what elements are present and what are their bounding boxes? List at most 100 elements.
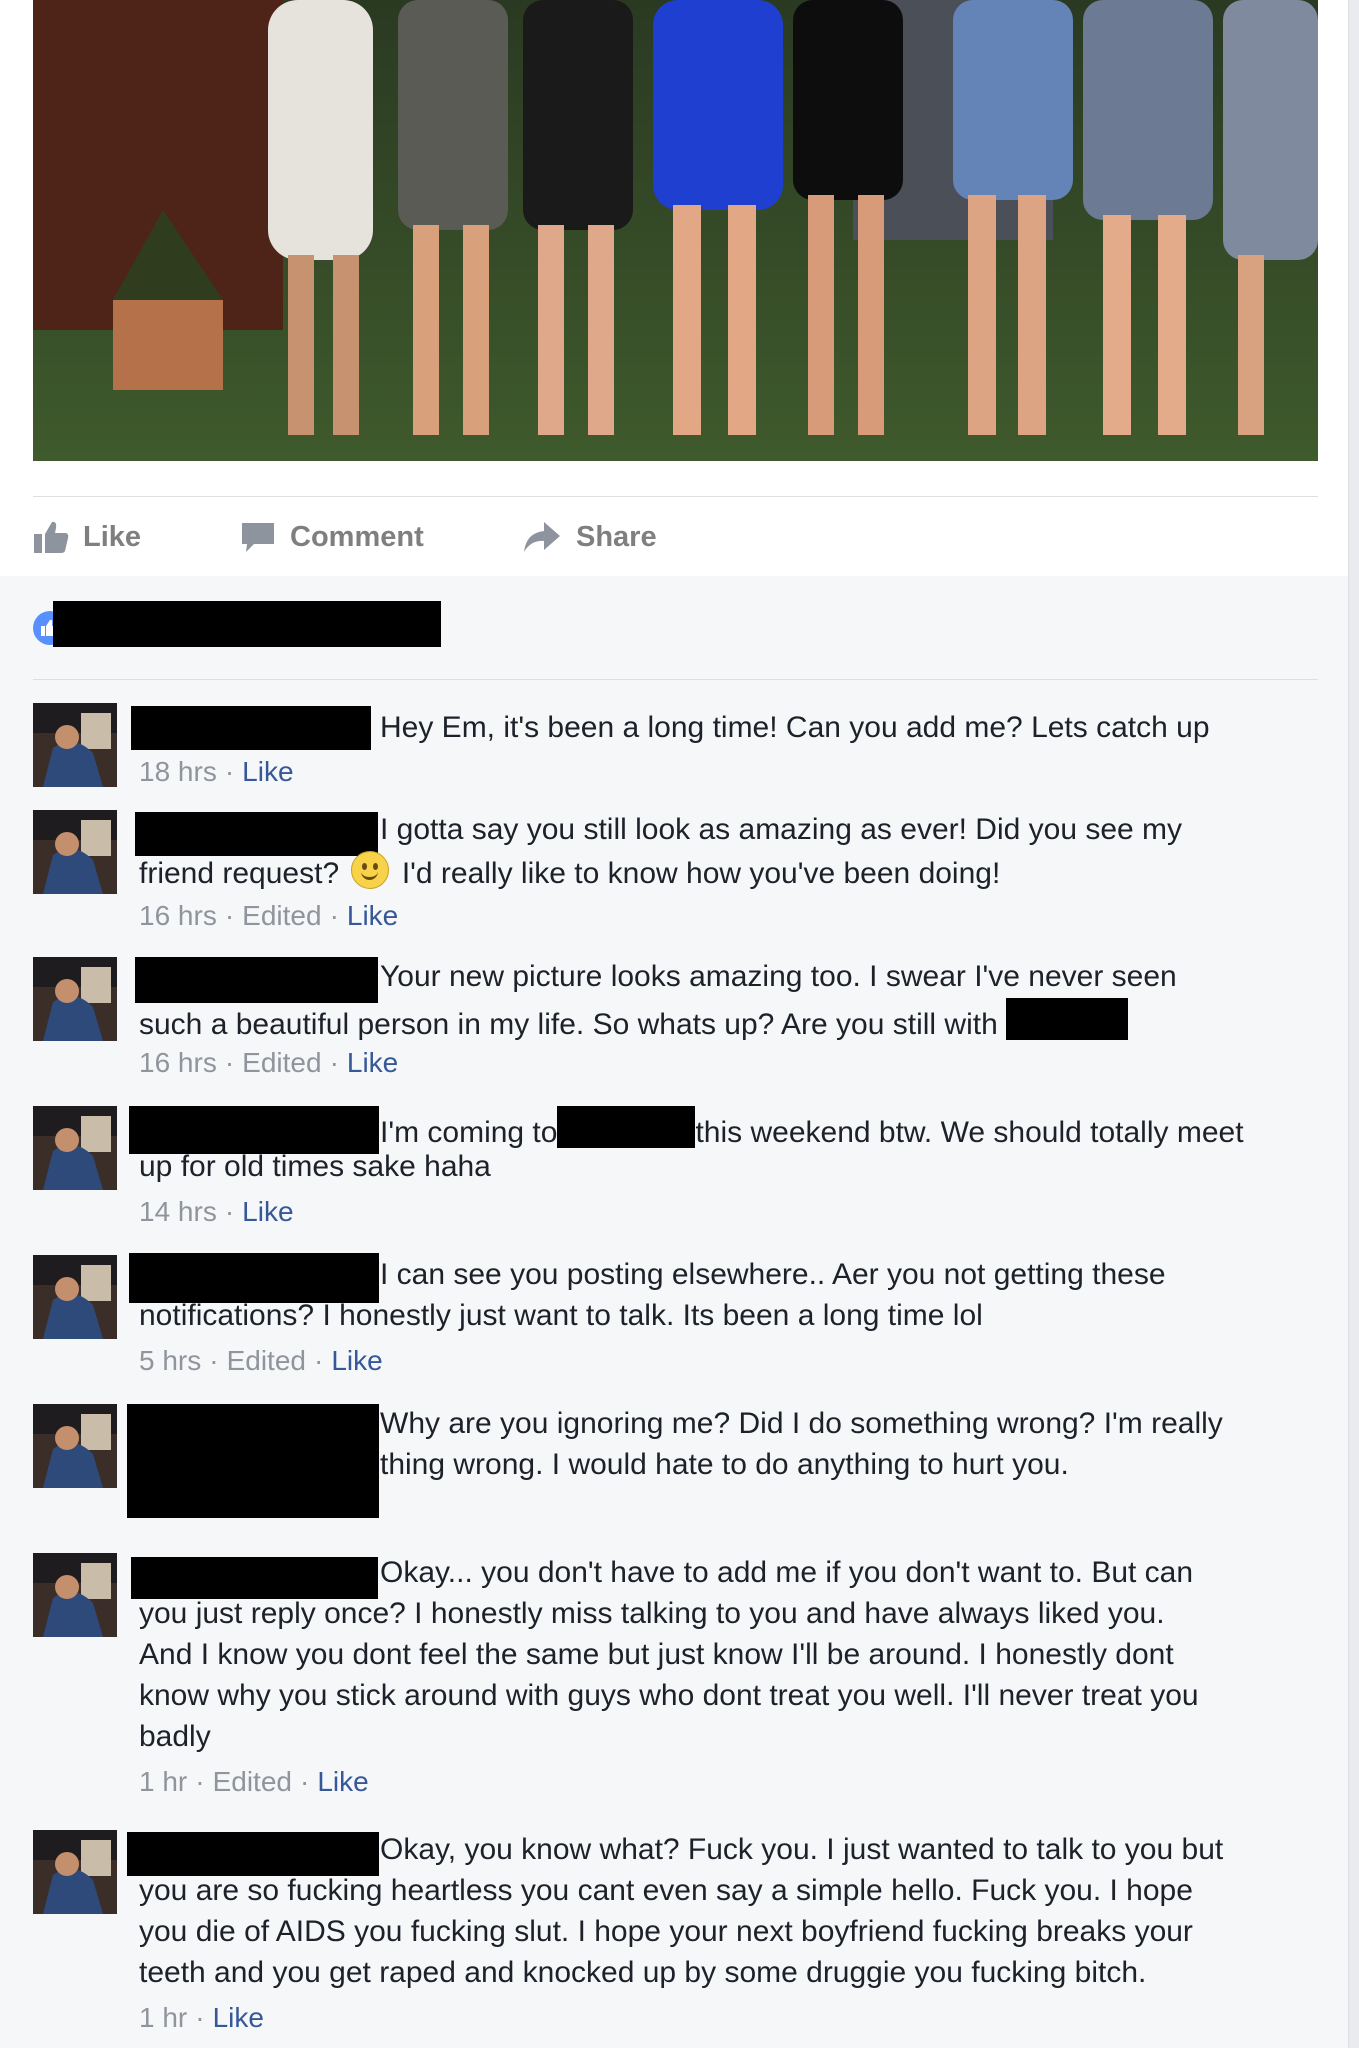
meta-separator: · — [195, 1766, 205, 1797]
comment-meta: 16 hrs · Edited · Like — [139, 898, 398, 934]
comment-like-link[interactable]: Like — [331, 1345, 382, 1376]
comment-text: thing wrong. I would hate to do anything… — [380, 1448, 1069, 1481]
commenter-avatar[interactable] — [33, 810, 117, 894]
commenter-avatar[interactable] — [33, 1106, 117, 1190]
comment-item: Hey Em, it's been a long time! Can you a… — [33, 703, 1323, 787]
redacted-reaction-names — [53, 601, 441, 647]
comment-meta: 16 hrs · Edited · Like — [139, 1045, 398, 1081]
comment-item: I gotta say you still look as amazing as… — [33, 810, 1323, 931]
meta-separator: · — [313, 1345, 324, 1376]
commenter-avatar[interactable] — [33, 1553, 117, 1637]
comment-text: notifications? I honestly just want to t… — [139, 1299, 983, 1332]
comment-item: I can see you posting elsewhere.. Aer yo… — [33, 1253, 1323, 1376]
comment-text: you die of AIDS you fucking slut. I hope… — [139, 1915, 1193, 1948]
meta-separator: · — [224, 1196, 235, 1227]
commenter-avatar[interactable] — [33, 1255, 117, 1339]
meta-separator: · — [224, 1047, 235, 1078]
post-photo[interactable] — [33, 0, 1318, 461]
comments-divider — [33, 679, 1318, 680]
comment-meta: 14 hrs · Like — [139, 1194, 294, 1230]
meta-separator: · — [224, 900, 235, 931]
edited-label[interactable]: Edited — [213, 1766, 292, 1797]
redacted-commenter-name — [135, 812, 378, 856]
comment-item: Okay, you know what? Fuck you. I just wa… — [33, 1830, 1323, 2040]
comment-text: Why are you ignoring me? Did I do someth… — [380, 1407, 1223, 1440]
comment-item: Why are you ignoring me? Did I do someth… — [33, 1404, 1323, 1534]
like-button-label: Like — [83, 520, 142, 553]
redacted-commenter-name — [131, 706, 371, 750]
comment-meta: 18 hrs · Like — [139, 754, 294, 790]
meta-separator: · — [299, 1766, 310, 1797]
comment-text-fragment: I'd really like to know how you've been … — [401, 857, 1001, 890]
comment-like-link[interactable]: Like — [213, 2002, 264, 2033]
redacted-commenter-block — [127, 1404, 379, 1518]
share-button-label: Share — [576, 520, 657, 553]
comment-button[interactable]: Comment — [240, 515, 424, 559]
comment-item: Okay... you don't have to add me if you … — [33, 1553, 1323, 1803]
commenter-avatar[interactable] — [33, 1830, 117, 1914]
comment-text: up for old times sake haha — [139, 1150, 491, 1183]
post-card: Like Comment Share — [0, 0, 1349, 576]
comment-timestamp[interactable]: 1 hr — [139, 2002, 187, 2033]
action-bar-divider — [33, 496, 1318, 497]
comment-like-link[interactable]: Like — [242, 756, 293, 787]
comment-text-line: friend request? I'd really like to know … — [139, 851, 1000, 894]
comment-like-link[interactable]: Like — [347, 900, 398, 931]
comments-section: Hey Em, it's been a long time! Can you a… — [0, 576, 1349, 2048]
edited-label[interactable]: Edited — [242, 1047, 321, 1078]
comment-text-line: I'm coming to this weekend btw. We should… — [380, 1106, 1244, 1153]
thumbs-up-icon — [34, 521, 69, 553]
comment-like-link[interactable]: Like — [347, 1047, 398, 1078]
edited-label[interactable]: Edited — [227, 1345, 306, 1376]
comment-text: Okay... you don't have to add me if you … — [380, 1556, 1194, 1589]
redacted-commenter-name — [127, 1832, 379, 1876]
comment-text: you just reply once? I honestly miss tal… — [139, 1597, 1165, 1630]
speech-bubble-icon — [242, 523, 274, 552]
comment-text-fragment: I'm coming to — [380, 1116, 558, 1149]
share-arrow-icon — [524, 522, 560, 552]
comment-text: Okay, you know what? Fuck you. I just wa… — [380, 1833, 1224, 1866]
comment-timestamp[interactable]: 16 hrs — [139, 1047, 217, 1078]
comment-text: badly — [139, 1720, 211, 1753]
comment-text: you are so fucking heartless you cant ev… — [139, 1874, 1193, 1907]
commenter-avatar[interactable] — [33, 1404, 117, 1488]
commenter-avatar[interactable] — [33, 703, 117, 787]
comment-text: Your new picture looks amazing too. I sw… — [380, 960, 1177, 993]
comment-timestamp[interactable]: 16 hrs — [139, 900, 217, 931]
comment-timestamp[interactable]: 18 hrs — [139, 756, 217, 787]
comment-text: know why you stick around with guys who … — [139, 1679, 1199, 1712]
meta-separator: · — [329, 900, 339, 931]
meta-separator: · — [209, 1345, 219, 1376]
comment-button-label: Comment — [290, 520, 424, 553]
edited-label[interactable]: Edited — [242, 900, 321, 931]
meta-separator: · — [195, 2002, 205, 2033]
share-button[interactable]: Share — [522, 515, 657, 559]
like-button[interactable]: Like — [33, 515, 141, 559]
comment-meta: 5 hrs · Edited · Like — [139, 1343, 383, 1379]
comment-meta: 1 hr · Like — [139, 2000, 264, 2036]
comment-text-line: such a beautiful person in my life. So w… — [139, 998, 1129, 1045]
redacted-commenter-name — [131, 1557, 378, 1599]
meta-separator: · — [329, 1047, 339, 1078]
smiley-emoji-icon — [351, 851, 390, 889]
comment-text: I can see you posting elsewhere.. Aer yo… — [380, 1258, 1166, 1291]
commenter-avatar[interactable] — [33, 957, 117, 1041]
comment-like-link[interactable]: Like — [317, 1766, 368, 1797]
comment-text-fragment: this weekend btw. We should totally meet — [695, 1116, 1244, 1149]
comment-item: Your new picture looks amazing too. I sw… — [33, 957, 1323, 1078]
facebook-post-screenshot: Like Comment Share Hey Em, it's been a l… — [0, 0, 1359, 2048]
comment-timestamp[interactable]: 14 hrs — [139, 1196, 217, 1227]
comment-text: And I know you dont feel the same but ju… — [139, 1638, 1174, 1671]
comment-text-fragment: such a beautiful person in my life. So w… — [139, 1008, 998, 1041]
comment-text: teeth and you get raped and knocked up b… — [139, 1956, 1147, 1989]
comment-meta: 1 hr · Edited · Like — [139, 1764, 369, 1800]
comment-item: I'm coming to this weekend btw. We should… — [33, 1106, 1323, 1227]
comment-text: Hey Em, it's been a long time! Can you a… — [380, 711, 1210, 744]
comment-timestamp[interactable]: 5 hrs — [139, 1345, 201, 1376]
redacted-commenter-name — [135, 957, 378, 1003]
comment-like-link[interactable]: Like — [242, 1196, 293, 1227]
redacted-name — [1006, 998, 1129, 1040]
comment-text-fragment: friend request? — [139, 857, 340, 890]
comment-timestamp[interactable]: 1 hr — [139, 1766, 187, 1797]
redacted-place — [557, 1106, 696, 1148]
